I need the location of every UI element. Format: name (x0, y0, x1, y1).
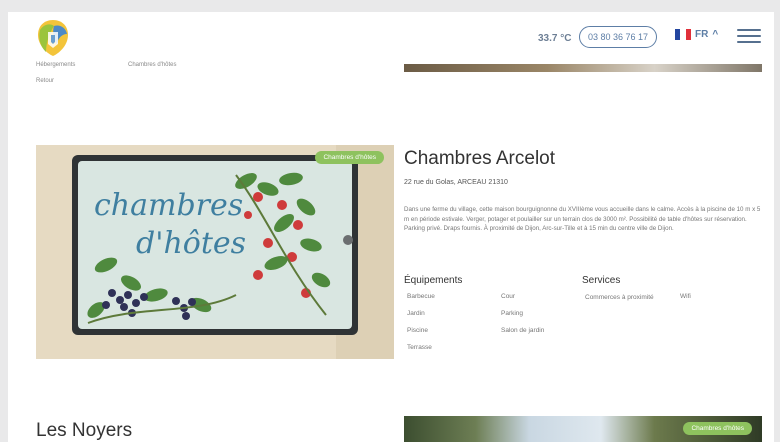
services-heading: Services (582, 275, 621, 286)
page: 33.7 °C 03 80 36 76 17 FR ^ Hébergements… (8, 12, 774, 442)
listing-photo[interactable]: chambres d'hôtes Chambres d'hôtes (36, 145, 394, 359)
phone-button[interactable]: 03 80 36 76 17 (579, 26, 657, 48)
equipement-item: Parking (501, 310, 524, 317)
listing-address: 22 rue du Golas, ARCEAU 21310 (404, 179, 508, 186)
category-badge: Chambres d'hôtes (683, 422, 752, 435)
listing-description: Dans une ferme du village, cette maison … (404, 206, 761, 233)
breadcrumb-chambres[interactable]: Chambres d'hôtes (128, 62, 177, 68)
breadcrumb-hebergements[interactable]: Hébergements (36, 62, 75, 68)
previous-listing-photo (404, 64, 762, 72)
next-listing-title[interactable]: Les Noyers (36, 420, 132, 442)
category-badge: Chambres d'hôtes (315, 151, 384, 164)
equipement-item: Jardin (407, 310, 425, 317)
equipement-item: Cour (501, 293, 516, 300)
equipement-item: Salon de jardin (501, 327, 545, 334)
language-label: FR (695, 29, 709, 40)
temperature: 33.7 °C (538, 33, 572, 44)
chambres-sign-illustration: chambres d'hôtes (36, 145, 394, 359)
site-logo[interactable] (36, 18, 70, 58)
equipements-heading: Équipements (404, 275, 463, 286)
hamburger-menu-icon[interactable] (737, 29, 761, 45)
service-item: Wifi (680, 293, 691, 300)
sign-text-line1: chambres (94, 188, 243, 223)
language-selector[interactable]: FR ^ (675, 29, 718, 40)
service-item: Commerces à proximité (585, 294, 654, 301)
chevron-up-icon: ^ (712, 29, 719, 40)
listing-title[interactable]: Chambres Arcelot (404, 148, 555, 170)
back-link[interactable]: Retour (36, 78, 54, 84)
next-listing-photo[interactable]: Chambres d'hôtes (404, 416, 762, 442)
french-flag-icon (675, 29, 691, 40)
sign-text-line2: d'hôtes (136, 226, 246, 261)
equipement-item: Barbecue (407, 293, 435, 300)
equipement-item: Piscine (407, 327, 428, 334)
equipement-item: Terrasse (407, 344, 432, 351)
